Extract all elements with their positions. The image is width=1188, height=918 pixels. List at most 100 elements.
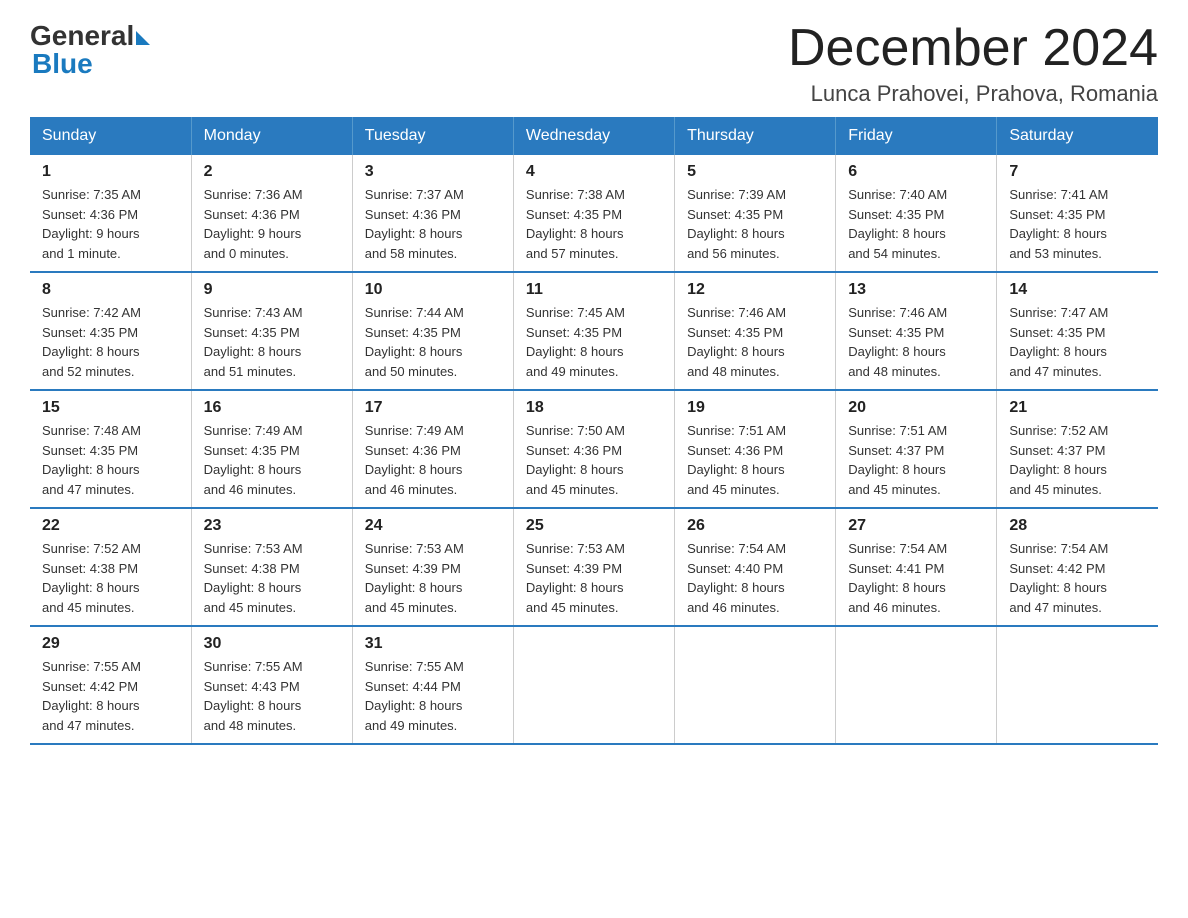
day-number: 12 (687, 281, 823, 299)
day-number: 20 (848, 399, 984, 417)
day-number: 14 (1009, 281, 1146, 299)
day-number: 11 (526, 281, 662, 299)
title-section: December 2024 Lunca Prahovei, Prahova, R… (788, 20, 1158, 107)
header-row: SundayMondayTuesdayWednesdayThursdayFrid… (30, 117, 1158, 155)
day-cell: 16Sunrise: 7:49 AM Sunset: 4:35 PM Dayli… (191, 390, 352, 508)
day-info: Sunrise: 7:45 AM Sunset: 4:35 PM Dayligh… (526, 303, 662, 381)
day-number: 27 (848, 517, 984, 535)
day-info: Sunrise: 7:50 AM Sunset: 4:36 PM Dayligh… (526, 421, 662, 499)
calendar-table: SundayMondayTuesdayWednesdayThursdayFrid… (30, 117, 1158, 745)
calendar-body: 1 Sunrise: 7:35 AM Sunset: 4:36 PM Daylig… (30, 155, 1158, 744)
day-info: Sunrise: 7:46 AM Sunset: 4:35 PM Dayligh… (848, 303, 984, 381)
day-info: Sunrise: 7:54 AM Sunset: 4:42 PM Dayligh… (1009, 539, 1146, 617)
day-cell: 23 Sunrise: 7:53 AM Sunset: 4:38 PM Dayli… (191, 508, 352, 626)
day-cell: 5 Sunrise: 7:39 AM Sunset: 4:35 PM Daylig… (675, 155, 836, 272)
day-info: Sunrise: 7:53 AM Sunset: 4:38 PM Dayligh… (204, 539, 340, 617)
day-cell: 2 Sunrise: 7:36 AM Sunset: 4:36 PM Daylig… (191, 155, 352, 272)
week-row-2: 8Sunrise: 7:42 AM Sunset: 4:35 PM Daylig… (30, 272, 1158, 390)
day-info: Sunrise: 7:39 AM Sunset: 4:35 PM Dayligh… (687, 185, 823, 263)
day-info: Sunrise: 7:46 AM Sunset: 4:35 PM Dayligh… (687, 303, 823, 381)
day-number: 13 (848, 281, 984, 299)
day-number: 16 (204, 399, 340, 417)
page-subtitle: Lunca Prahovei, Prahova, Romania (788, 81, 1158, 107)
day-number: 29 (42, 635, 179, 653)
day-cell: 8Sunrise: 7:42 AM Sunset: 4:35 PM Daylig… (30, 272, 191, 390)
day-info: Sunrise: 7:51 AM Sunset: 4:37 PM Dayligh… (848, 421, 984, 499)
day-cell (513, 626, 674, 744)
day-number: 9 (204, 281, 340, 299)
day-info: Sunrise: 7:55 AM Sunset: 4:42 PM Dayligh… (42, 657, 179, 735)
day-number: 3 (365, 163, 501, 181)
header-cell-thursday: Thursday (675, 117, 836, 155)
day-info: Sunrise: 7:48 AM Sunset: 4:35 PM Dayligh… (42, 421, 179, 499)
day-info: Sunrise: 7:52 AM Sunset: 4:38 PM Dayligh… (42, 539, 179, 617)
logo-arrow-icon (136, 31, 150, 45)
day-cell: 31 Sunrise: 7:55 AM Sunset: 4:44 PM Dayli… (352, 626, 513, 744)
day-cell: 29 Sunrise: 7:55 AM Sunset: 4:42 PM Dayli… (30, 626, 191, 744)
day-number: 1 (42, 163, 179, 181)
header-cell-tuesday: Tuesday (352, 117, 513, 155)
day-info: Sunrise: 7:52 AM Sunset: 4:37 PM Dayligh… (1009, 421, 1146, 499)
day-cell: 24 Sunrise: 7:53 AM Sunset: 4:39 PM Dayli… (352, 508, 513, 626)
day-info: Sunrise: 7:38 AM Sunset: 4:35 PM Dayligh… (526, 185, 662, 263)
day-number: 30 (204, 635, 340, 653)
day-number: 2 (204, 163, 340, 181)
day-cell: 4 Sunrise: 7:38 AM Sunset: 4:35 PM Daylig… (513, 155, 674, 272)
week-row-3: 15 Sunrise: 7:48 AM Sunset: 4:35 PM Dayli… (30, 390, 1158, 508)
day-info: Sunrise: 7:36 AM Sunset: 4:36 PM Dayligh… (204, 185, 340, 263)
day-number: 15 (42, 399, 179, 417)
day-info: Sunrise: 7:53 AM Sunset: 4:39 PM Dayligh… (526, 539, 662, 617)
day-cell: 6Sunrise: 7:40 AM Sunset: 4:35 PM Daylig… (836, 155, 997, 272)
header-cell-monday: Monday (191, 117, 352, 155)
day-cell (675, 626, 836, 744)
day-number: 31 (365, 635, 501, 653)
day-cell: 10 Sunrise: 7:44 AM Sunset: 4:35 PM Dayli… (352, 272, 513, 390)
day-cell: 11 Sunrise: 7:45 AM Sunset: 4:35 PM Dayli… (513, 272, 674, 390)
day-number: 26 (687, 517, 823, 535)
day-cell: 7Sunrise: 7:41 AM Sunset: 4:35 PM Daylig… (997, 155, 1158, 272)
day-info: Sunrise: 7:55 AM Sunset: 4:43 PM Dayligh… (204, 657, 340, 735)
logo: General Blue (30, 20, 150, 80)
header-cell-sunday: Sunday (30, 117, 191, 155)
week-row-1: 1 Sunrise: 7:35 AM Sunset: 4:36 PM Daylig… (30, 155, 1158, 272)
day-info: Sunrise: 7:49 AM Sunset: 4:36 PM Dayligh… (365, 421, 501, 499)
day-info: Sunrise: 7:41 AM Sunset: 4:35 PM Dayligh… (1009, 185, 1146, 263)
logo-general-text: General (30, 20, 134, 51)
day-cell: 3 Sunrise: 7:37 AM Sunset: 4:36 PM Daylig… (352, 155, 513, 272)
day-cell: 13 Sunrise: 7:46 AM Sunset: 4:35 PM Dayli… (836, 272, 997, 390)
day-info: Sunrise: 7:47 AM Sunset: 4:35 PM Dayligh… (1009, 303, 1146, 381)
day-number: 24 (365, 517, 501, 535)
day-number: 10 (365, 281, 501, 299)
day-cell (997, 626, 1158, 744)
page-title: December 2024 (788, 20, 1158, 77)
day-info: Sunrise: 7:54 AM Sunset: 4:41 PM Dayligh… (848, 539, 984, 617)
day-cell: 22 Sunrise: 7:52 AM Sunset: 4:38 PM Dayli… (30, 508, 191, 626)
day-number: 22 (42, 517, 179, 535)
day-cell: 25 Sunrise: 7:53 AM Sunset: 4:39 PM Dayli… (513, 508, 674, 626)
day-number: 4 (526, 163, 662, 181)
day-cell: 19Sunrise: 7:51 AM Sunset: 4:36 PM Dayli… (675, 390, 836, 508)
day-info: Sunrise: 7:37 AM Sunset: 4:36 PM Dayligh… (365, 185, 501, 263)
header-cell-saturday: Saturday (997, 117, 1158, 155)
day-cell: 12 Sunrise: 7:46 AM Sunset: 4:35 PM Dayli… (675, 272, 836, 390)
day-info: Sunrise: 7:35 AM Sunset: 4:36 PM Dayligh… (42, 185, 179, 263)
day-cell (836, 626, 997, 744)
day-number: 5 (687, 163, 823, 181)
day-cell: 27 Sunrise: 7:54 AM Sunset: 4:41 PM Dayli… (836, 508, 997, 626)
day-info: Sunrise: 7:55 AM Sunset: 4:44 PM Dayligh… (365, 657, 501, 735)
day-cell: 20 Sunrise: 7:51 AM Sunset: 4:37 PM Dayli… (836, 390, 997, 508)
day-info: Sunrise: 7:40 AM Sunset: 4:35 PM Dayligh… (848, 185, 984, 263)
day-cell: 15 Sunrise: 7:48 AM Sunset: 4:35 PM Dayli… (30, 390, 191, 508)
day-info: Sunrise: 7:53 AM Sunset: 4:39 PM Dayligh… (365, 539, 501, 617)
day-number: 19 (687, 399, 823, 417)
day-number: 25 (526, 517, 662, 535)
day-number: 28 (1009, 517, 1146, 535)
day-number: 23 (204, 517, 340, 535)
day-cell: 14 Sunrise: 7:47 AM Sunset: 4:35 PM Dayli… (997, 272, 1158, 390)
day-cell: 17Sunrise: 7:49 AM Sunset: 4:36 PM Dayli… (352, 390, 513, 508)
day-number: 18 (526, 399, 662, 417)
logo-blue-text: Blue (32, 48, 150, 80)
day-number: 21 (1009, 399, 1146, 417)
day-info: Sunrise: 7:44 AM Sunset: 4:35 PM Dayligh… (365, 303, 501, 381)
day-cell: 30 Sunrise: 7:55 AM Sunset: 4:43 PM Dayli… (191, 626, 352, 744)
